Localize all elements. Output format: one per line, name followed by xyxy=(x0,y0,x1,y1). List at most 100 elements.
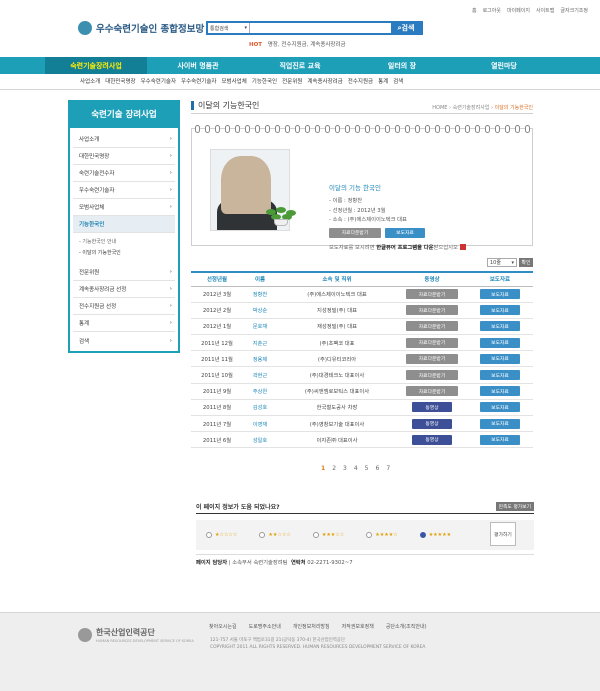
rating-option[interactable]: ★★★★★ xyxy=(419,532,451,538)
person-name-link[interactable]: 지춘근 xyxy=(253,341,268,347)
person-name-link[interactable]: 정항찬 xyxy=(253,292,268,298)
press-release-button[interactable]: 보도자료 xyxy=(480,321,520,332)
sidebar-item-transmitter[interactable]: 숙련기술전수자 › xyxy=(73,165,175,182)
subnav-item[interactable]: 통계 xyxy=(378,77,388,85)
person-name-link[interactable]: 주상완 xyxy=(253,389,268,395)
page-link[interactable]: 1 xyxy=(321,465,325,472)
sidebar-item-skilled[interactable]: 우수숙련기술자 › xyxy=(73,182,175,199)
footer-link-copyright[interactable]: 저작권보호정책 xyxy=(342,623,374,630)
util-link-home[interactable]: 홈 xyxy=(472,7,477,14)
gnb-item-workplace[interactable]: 일터의 장 xyxy=(351,57,453,74)
search-scope-select[interactable]: 통합검색 ▾ xyxy=(208,23,250,33)
footer-link-about[interactable]: 공단소개(조직안내) xyxy=(386,623,427,630)
rows-confirm-button[interactable]: 확인 xyxy=(519,258,533,267)
press-release-button[interactable]: 보도자료 xyxy=(480,289,520,300)
profile-press-button[interactable]: 보도자료 xyxy=(385,227,425,238)
person-name-link[interactable]: 이영재 xyxy=(253,422,268,428)
press-release-button[interactable]: 보도자료 xyxy=(480,386,520,397)
page-link[interactable]: 7 xyxy=(386,465,390,472)
video-button[interactable]: 자료다운받기 xyxy=(406,321,458,332)
video-button[interactable]: 동영상 xyxy=(412,418,452,429)
sidebar-item-search[interactable]: 검색 › xyxy=(73,332,175,349)
sidebar-item-statistics[interactable]: 통계 › xyxy=(73,315,175,332)
subnav-item[interactable]: 우수숙련기술자 xyxy=(181,77,216,85)
page-link[interactable]: 3 xyxy=(343,465,347,472)
video-button[interactable]: 자료다운받기 xyxy=(406,353,458,364)
subnav-item[interactable]: 검색 xyxy=(393,77,403,85)
video-button[interactable]: 동영상 xyxy=(412,402,452,413)
survey-results-button[interactable]: 만족도 평가보기 xyxy=(495,502,534,511)
hot-keyword-links[interactable]: 명장, 전수지원금, 계속종사장려금 xyxy=(268,42,346,48)
document-icon[interactable] xyxy=(459,244,466,250)
person-name-link[interactable]: 곽현근 xyxy=(253,373,268,379)
video-button[interactable]: 자료다운받기 xyxy=(406,386,458,397)
rating-radio[interactable] xyxy=(206,532,212,538)
site-logo[interactable]: 우수숙련기술인 종합정보망 xyxy=(78,21,204,35)
sidebar-item-skill-korean[interactable]: 기능한국인 xyxy=(73,216,175,233)
subnav-item[interactable]: 전문위원 xyxy=(282,77,302,85)
profile-download-button[interactable]: 자료다운받기 xyxy=(329,227,381,238)
footer-link-privacy[interactable]: 개인정보처리방침 xyxy=(293,623,330,630)
search-input[interactable] xyxy=(250,23,391,33)
gnb-item-career-education[interactable]: 직업진로 교육 xyxy=(249,57,351,74)
sidebar-sub-item-monthly[interactable]: - 이달의 기능한국인 xyxy=(79,248,169,259)
util-link-sitemap[interactable]: 사이트맵 xyxy=(536,7,554,14)
rating-radio[interactable] xyxy=(419,532,426,538)
sidebar-item-model-company[interactable]: 모범사업체 › xyxy=(73,199,175,216)
gnb-item-open-forum[interactable]: 열린마당 xyxy=(453,57,555,74)
rating-option[interactable]: ★★★☆☆ xyxy=(312,532,344,538)
rating-option[interactable]: ★☆☆☆☆ xyxy=(206,532,237,538)
person-name-link[interactable]: 박상순 xyxy=(253,308,268,314)
rating-radio[interactable] xyxy=(366,532,373,538)
breadcrumb-home[interactable]: HOME xyxy=(432,105,447,111)
footer-link-directions[interactable]: 찾아오시는길 xyxy=(209,623,237,630)
subnav-item[interactable]: 대한민국명장 xyxy=(105,77,135,85)
video-button[interactable]: 자료다운받기 xyxy=(406,337,458,348)
rating-option[interactable]: ★★☆☆☆ xyxy=(259,532,291,538)
person-name-link[interactable]: 김성호 xyxy=(253,405,268,411)
sidebar-item-transmission-fund[interactable]: 전수지원금 선정 › xyxy=(73,298,175,315)
page-link[interactable]: 6 xyxy=(376,465,380,472)
subnav-item[interactable]: 계속종사장려금 xyxy=(307,77,342,85)
page-link[interactable]: 5 xyxy=(365,465,369,472)
subnav-item[interactable]: 기능한국인 xyxy=(252,77,277,85)
subnav-item[interactable]: 전수지원금 xyxy=(348,77,373,85)
press-release-button[interactable]: 보도자료 xyxy=(480,418,520,429)
footer-link-address-guide[interactable]: 도로명주소안내 xyxy=(249,623,281,630)
video-button[interactable]: 동영상 xyxy=(412,434,452,445)
page-link[interactable]: 2 xyxy=(332,465,336,472)
gnb-item-cyber-gallery[interactable]: 사이버 명품관 xyxy=(147,57,249,74)
subnav-item[interactable]: 모범사업체 xyxy=(221,77,246,85)
person-name-link[interactable]: 정용제 xyxy=(253,357,268,363)
page-link[interactable]: 4 xyxy=(354,465,358,472)
video-button[interactable]: 자료다운받기 xyxy=(406,370,458,381)
press-release-button[interactable]: 보도자료 xyxy=(480,337,520,348)
press-release-button[interactable]: 보도자료 xyxy=(480,402,520,413)
subnav-item[interactable]: 사업소개 xyxy=(80,77,100,85)
video-button[interactable]: 자료다운받기 xyxy=(406,305,458,316)
rows-per-page-select[interactable]: 10줄 ▾ xyxy=(487,258,517,267)
evaluate-button[interactable]: 평가하기 xyxy=(490,522,516,546)
util-link-mypage[interactable]: 마이페이지 xyxy=(507,7,530,14)
rating-option[interactable]: ★★★★☆ xyxy=(366,532,398,538)
subnav-item[interactable]: 우수숙련기술자 xyxy=(141,77,176,85)
sidebar-item-continued-work[interactable]: 계속종사장려금 선정 › xyxy=(73,281,175,298)
viewer-download-link[interactable]: 한글뷰어 프로그램을 다운 xyxy=(376,245,433,251)
util-link-font-size[interactable]: 글자크기조정 xyxy=(560,7,588,14)
person-name-link[interactable]: 성일호 xyxy=(253,438,268,444)
util-link-logout[interactable]: 로그아웃 xyxy=(483,7,501,14)
press-release-button[interactable]: 보도자료 xyxy=(480,370,520,381)
breadcrumb-mid[interactable]: 숙련기술장려사업 xyxy=(453,105,490,111)
video-button[interactable]: 자료다운받기 xyxy=(406,289,458,300)
press-release-button[interactable]: 보도자료 xyxy=(480,434,520,445)
press-release-button[interactable]: 보도자료 xyxy=(480,305,520,316)
person-name-link[interactable]: 문호재 xyxy=(253,324,268,330)
sidebar-sub-item-guide[interactable]: - 기능한국인 안내 xyxy=(79,237,169,248)
search-button[interactable]: ⌕ 검색 xyxy=(391,23,421,33)
sidebar-item-experts[interactable]: 전문위원 › xyxy=(73,264,175,281)
gnb-item-skill-promotion[interactable]: 숙련기술장려사업 xyxy=(45,57,147,74)
sidebar-item-master[interactable]: 대한민국명장 › xyxy=(73,148,175,165)
press-release-button[interactable]: 보도자료 xyxy=(480,353,520,364)
rating-radio[interactable] xyxy=(259,532,266,538)
sidebar-item-intro[interactable]: 사업소개 › xyxy=(73,131,175,148)
